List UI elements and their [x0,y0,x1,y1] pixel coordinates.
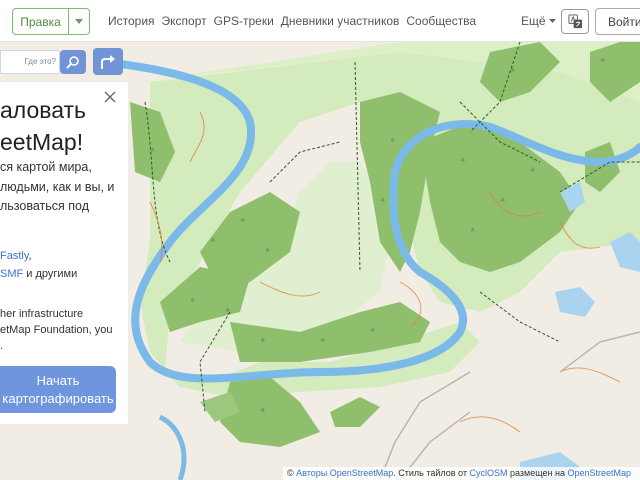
search-placeholder: Где это? [24,57,56,66]
svg-text:♣: ♣ [530,167,535,174]
fastly-link[interactable]: Fastly [0,250,29,262]
language-button[interactable] [561,9,589,34]
main-nav: История Экспорт GPS-треки Дневники участ… [108,14,476,28]
nav-user-diaries[interactable]: Дневники участников [281,14,400,28]
welcome-title: аловать eetMap! [0,94,122,158]
svg-text:♣: ♣ [260,407,265,414]
edit-dropdown-toggle[interactable] [69,9,89,34]
svg-text:♣: ♣ [380,197,385,204]
cyclosm-link[interactable]: CyclOSM [469,468,507,478]
start-mapping-button[interactable]: Начать картографировать [0,366,116,413]
svg-text:♣: ♣ [190,297,195,304]
svg-text:♣: ♣ [265,247,270,254]
infra-line2: etMap Foundation, you [0,324,113,336]
translate-icon [567,14,582,29]
infra-line3: . [0,340,4,352]
directions-icon [101,54,115,69]
search-icon [66,56,79,69]
welcome-title-line1: аловать [0,97,87,123]
chevron-down-icon [548,19,556,23]
directions-button[interactable] [93,48,123,75]
attribution-mid: . Стиль тайлов от [393,468,470,478]
svg-text:♣: ♣ [240,217,245,224]
welcome-intro: ся картой мира, людьми, как и вы, и льзо… [0,158,122,217]
start-mapping-line2: картографировать [2,391,114,406]
nav-history[interactable]: История [108,14,155,28]
svg-text:♣: ♣ [260,337,265,344]
attribution-hosted: размещен на [507,468,568,478]
svg-text:♣: ♣ [370,327,375,334]
top-navbar: Правка История Экспорт GPS-треки Дневник… [0,0,640,42]
svg-text:♣: ♣ [460,157,465,164]
welcome-infrastructure: her infrastructure etMap Foundation, you… [0,306,122,354]
more-label: Ещё [521,14,546,28]
edit-button[interactable]: Правка [13,9,69,34]
welcome-panel: аловать eetMap! ся картой мира, людьми, … [0,82,128,424]
start-mapping-line1: Начать [36,373,80,388]
openstreetmap-link[interactable]: OpenStreetMap [567,468,631,478]
hosting-separator: , [28,250,32,262]
svg-text:♣: ♣ [500,197,505,204]
edit-button-group: Правка [12,8,90,35]
svg-text:♣: ♣ [600,57,605,64]
welcome-title-line2: eetMap! [0,129,84,155]
search-submit-button[interactable] [60,50,86,74]
attribution-prefix: © [287,468,297,478]
chevron-down-icon [75,19,83,24]
welcome-intro-line3: льзоваться под [0,199,89,213]
welcome-intro-line2: людьми, как и вы, и [0,179,115,194]
osm-authors-link[interactable]: Авторы OpenStreetMap [296,468,393,478]
welcome-intro-line1: ся картой мира, [0,160,92,174]
search-input[interactable]: Где это? [0,50,60,74]
svg-text:♣: ♣ [390,137,395,144]
map-attribution: © Авторы OpenStreetMap. Стиль тайлов от … [283,467,640,480]
more-menu[interactable]: Ещё [521,14,556,28]
nav-export[interactable]: Экспорт [162,14,207,28]
nav-communities[interactable]: Сообщества [406,14,476,28]
osmf-link[interactable]: SMF [0,268,23,280]
welcome-hosting: Fastly, SMF и другими [0,247,128,283]
infra-line1: her infrastructure [0,308,84,320]
nav-gps-traces[interactable]: GPS-треки [214,14,274,28]
svg-text:♣: ♣ [320,337,325,344]
svg-text:♣: ♣ [470,227,475,234]
hosting-suffix: и другими [23,268,78,280]
login-button[interactable]: Войти [595,8,640,35]
svg-text:♣: ♣ [210,237,215,244]
